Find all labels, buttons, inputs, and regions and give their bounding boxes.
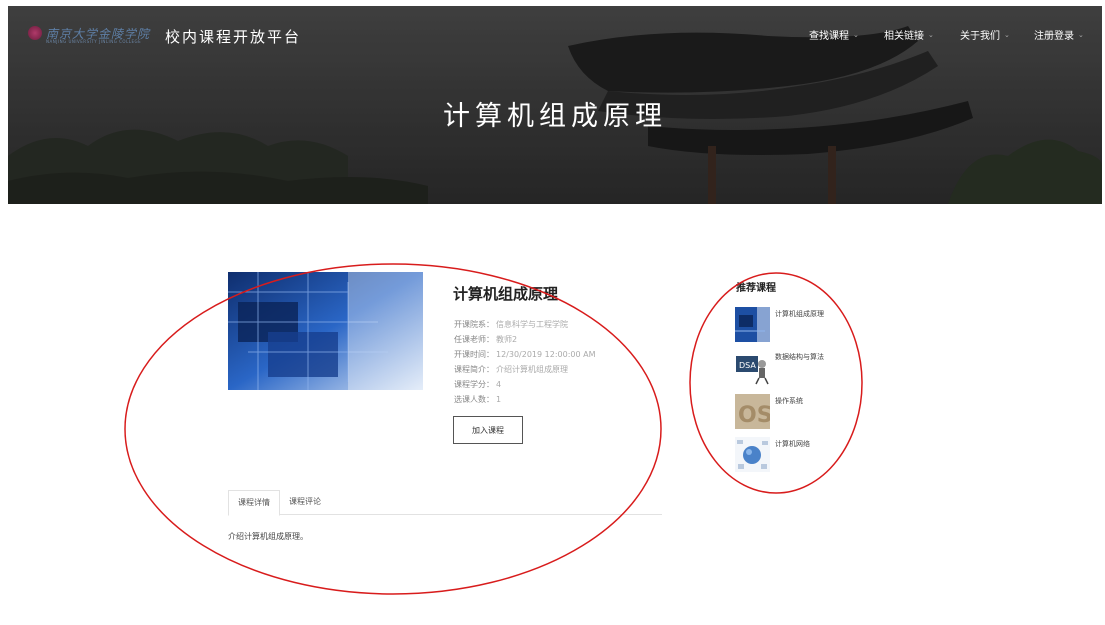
info-intro: 课程简介： 介绍计算机组成原理: [454, 364, 568, 375]
info-label: 任课老师：: [454, 335, 494, 344]
info-value: 4: [496, 380, 502, 389]
recommended-item-label: 数据结构与算法: [775, 353, 824, 361]
nav-register-login[interactable]: 注册登录 ⌄: [1034, 27, 1084, 43]
info-teacher: 任课老师： 教师2: [454, 334, 517, 345]
svg-text:OS: OS: [738, 403, 770, 428]
info-value: 信息科学与工程学院: [496, 320, 568, 329]
nav-related-links[interactable]: 相关链接 ⌄: [884, 27, 934, 43]
university-emblem-icon[interactable]: [28, 26, 42, 40]
info-department: 开课院系： 信息科学与工程学院: [454, 319, 568, 330]
recommended-item[interactable]: DSA 数据结构与算法: [735, 350, 855, 390]
recommended-item[interactable]: 计算机网络: [735, 437, 855, 477]
recommended-item-label: 操作系统: [775, 397, 803, 405]
nav-about-us[interactable]: 关于我们 ⌄: [960, 27, 1010, 43]
recommended-title: 推荐课程: [736, 283, 776, 294]
recommended-item-label: 计算机网络: [775, 440, 810, 448]
logo-subtext: NANJING UNIVERSITY JINLING COLLEGE: [46, 39, 142, 44]
info-label: 课程简介：: [454, 365, 494, 374]
chevron-down-icon: ⌄: [1078, 30, 1084, 39]
course-detail-text: 介绍计算机组成原理。: [228, 532, 308, 541]
info-label: 开课院系：: [454, 320, 494, 329]
hero-title: 计算机组成原理: [443, 101, 667, 132]
hero-banner: 南京大学金陵学院 NANJING UNIVERSITY JINLING COLL…: [8, 6, 1102, 204]
join-course-button[interactable]: 加入课程: [453, 416, 523, 444]
chevron-down-icon: ⌄: [1004, 30, 1010, 39]
chevron-down-icon: ⌄: [853, 30, 859, 39]
course-title: 计算机组成原理: [453, 285, 559, 303]
nav-find-courses[interactable]: 查找课程 ⌄: [809, 27, 859, 43]
info-label: 选课人数：: [454, 395, 494, 404]
network-globe-thumbnail: [735, 437, 770, 472]
info-value: 12/30/2019 12:00:00 AM: [496, 350, 596, 359]
os-letters-thumbnail: OS: [735, 394, 770, 429]
tab-course-reviews[interactable]: 课程评论: [280, 490, 330, 513]
info-enrolled: 选课人数： 1: [454, 394, 501, 405]
circuit-board-thumbnail: [735, 307, 770, 342]
recommended-item-label: 计算机组成原理: [775, 310, 824, 318]
course-thumbnail: [228, 272, 423, 390]
platform-title[interactable]: 校内课程开放平台: [165, 26, 301, 47]
recommended-item[interactable]: 计算机组成原理: [735, 307, 855, 347]
dsa-robot-thumbnail: DSA: [735, 350, 770, 385]
info-label: 课程学分：: [454, 380, 494, 389]
chevron-down-icon: ⌄: [928, 30, 934, 39]
svg-text:DSA: DSA: [739, 361, 756, 370]
info-credits: 课程学分： 4: [454, 379, 501, 390]
nav-label: 查找课程: [809, 31, 849, 42]
nav-label: 注册登录: [1034, 31, 1074, 42]
course-tabs: 课程详情 课程评论: [228, 490, 662, 516]
nav-label: 关于我们: [960, 31, 1000, 42]
info-label: 开课时间：: [454, 350, 494, 359]
tab-course-details[interactable]: 课程详情: [228, 490, 280, 516]
info-start-time: 开课时间： 12/30/2019 12:00:00 AM: [454, 349, 596, 360]
recommended-item[interactable]: OS 操作系统: [735, 394, 855, 434]
info-value: 教师2: [496, 335, 518, 344]
nav-label: 相关链接: [884, 31, 924, 42]
info-value: 1: [496, 395, 502, 404]
info-value: 介绍计算机组成原理: [496, 365, 568, 374]
